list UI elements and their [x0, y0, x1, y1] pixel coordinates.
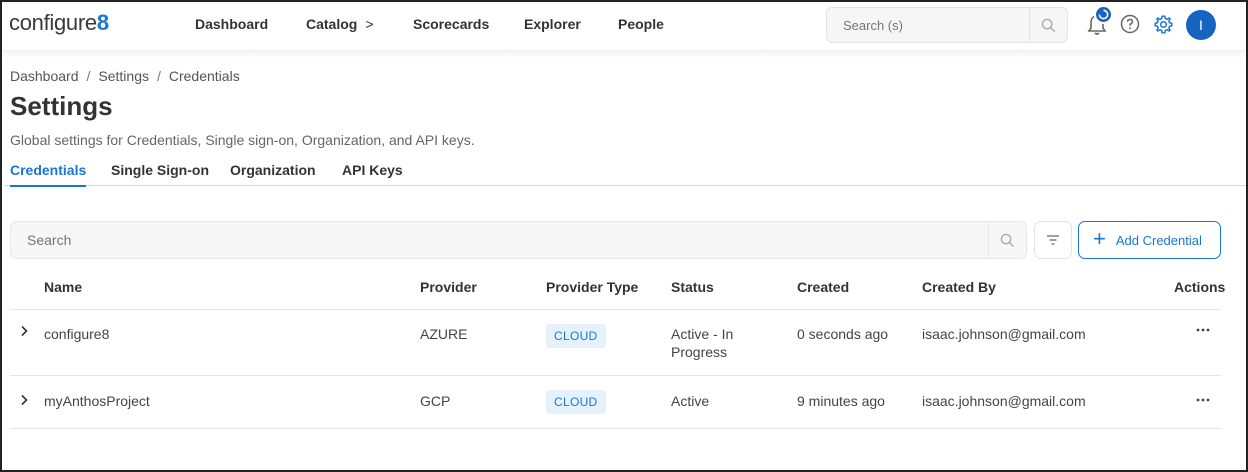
- gear-icon: [1154, 15, 1173, 34]
- cell-created: 9 minutes ago: [797, 393, 885, 409]
- table-row[interactable]: myAnthosProject GCP CLOUD Active 9 minut…: [10, 376, 1221, 429]
- add-credential-button[interactable]: + Add Credential: [1078, 221, 1221, 259]
- nav-catalog[interactable]: Catalog >: [306, 16, 374, 32]
- global-search-button[interactable]: [1029, 8, 1067, 42]
- cell-created-by: isaac.johnson@gmail.com: [922, 326, 1086, 342]
- column-header-provider[interactable]: Provider: [420, 279, 477, 295]
- column-header-provider-type[interactable]: Provider Type: [546, 279, 638, 295]
- tab-organization[interactable]: Organization: [230, 162, 316, 185]
- tab-api-keys[interactable]: API Keys: [342, 162, 403, 185]
- global-search: [826, 7, 1068, 43]
- plus-icon: +: [1093, 226, 1106, 251]
- logo-text: configure: [9, 10, 97, 35]
- cell-created: 0 seconds ago: [797, 326, 889, 342]
- search-icon: [1041, 18, 1056, 32]
- cell-name: myAnthosProject: [44, 393, 150, 409]
- search-icon: [1000, 233, 1015, 247]
- page-subtitle: Global settings for Credentials, Single …: [10, 132, 475, 148]
- provider-type-badge: CLOUD: [546, 324, 606, 348]
- tab-credentials[interactable]: Credentials: [10, 162, 87, 187]
- nav-scorecards[interactable]: Scorecards: [413, 16, 489, 32]
- app-window: configure8 Dashboard Catalog > Scorecards…: [0, 0, 1248, 472]
- column-header-status[interactable]: Status: [671, 279, 714, 295]
- expand-row-button[interactable]: [20, 393, 28, 410]
- column-header-created[interactable]: Created: [797, 279, 849, 295]
- nav-explorer-label: Explorer: [524, 16, 581, 32]
- more-horizontal-icon: [1196, 328, 1210, 332]
- breadcrumb: Dashboard / Settings / Credentials: [10, 68, 240, 84]
- nav-people[interactable]: People: [618, 16, 664, 32]
- row-actions-button[interactable]: [1196, 390, 1210, 408]
- filter-icon: [1047, 235, 1059, 245]
- page-title: Settings: [10, 91, 113, 121]
- notification-badge: [1094, 5, 1113, 24]
- avatar[interactable]: I: [1186, 10, 1216, 40]
- row-actions-button[interactable]: [1196, 320, 1210, 338]
- credentials-search: [10, 221, 1027, 259]
- help-button[interactable]: [1120, 14, 1142, 36]
- nav-catalog-label: Catalog: [306, 16, 358, 32]
- expand-row-button[interactable]: [20, 324, 28, 341]
- nav-people-label: People: [618, 16, 664, 32]
- cell-provider: AZURE: [420, 326, 468, 342]
- breadcrumb-separator: /: [86, 68, 91, 84]
- add-credential-label: Add Credential: [1115, 232, 1202, 248]
- breadcrumb-dashboard[interactable]: Dashboard: [10, 68, 79, 84]
- table-row[interactable]: configure8 AZURE CLOUD Active - In Progr…: [10, 310, 1221, 376]
- breadcrumb-separator: /: [156, 68, 161, 84]
- nav-dashboard[interactable]: Dashboard: [195, 16, 268, 32]
- help-icon: [1120, 14, 1140, 34]
- top-navigation: configure8 Dashboard Catalog > Scorecards…: [2, 2, 1246, 50]
- more-horizontal-icon: [1196, 398, 1210, 402]
- breadcrumb-settings[interactable]: Settings: [98, 68, 149, 84]
- global-search-input[interactable]: [827, 8, 1029, 42]
- breadcrumb-credentials: Credentials: [168, 68, 240, 84]
- column-header-created-by[interactable]: Created By: [922, 279, 996, 295]
- nav-scorecards-label: Scorecards: [413, 16, 490, 32]
- credentials-search-button[interactable]: [988, 222, 1026, 258]
- settings-button[interactable]: [1153, 14, 1175, 36]
- chevron-right-icon: >: [365, 16, 374, 32]
- tab-single-sign-on[interactable]: Single Sign-on: [111, 162, 209, 185]
- nav-dashboard-label: Dashboard: [195, 16, 269, 32]
- tabs-divider: [4, 185, 1246, 186]
- chevron-right-icon: [21, 325, 28, 337]
- chevron-right-icon: [21, 394, 28, 406]
- provider-type-badge: CLOUD: [546, 390, 606, 414]
- column-header-name[interactable]: Name: [44, 279, 82, 295]
- nav-explorer[interactable]: Explorer: [524, 16, 581, 32]
- cell-status: Active: [671, 393, 710, 409]
- loading-spinner-icon: [1098, 9, 1109, 20]
- column-header-actions: Actions: [1174, 279, 1226, 295]
- cell-name: configure8: [44, 326, 110, 342]
- header-divider: [2, 50, 1246, 58]
- logo-suffix: 8: [96, 10, 109, 35]
- cell-status: Active - In Progress: [671, 326, 734, 360]
- cell-created-by: isaac.johnson@gmail.com: [922, 393, 1086, 409]
- credentials-search-input[interactable]: [11, 222, 986, 258]
- logo[interactable]: configure8: [9, 10, 109, 36]
- filter-button[interactable]: [1034, 221, 1072, 259]
- cell-provider: GCP: [420, 393, 451, 409]
